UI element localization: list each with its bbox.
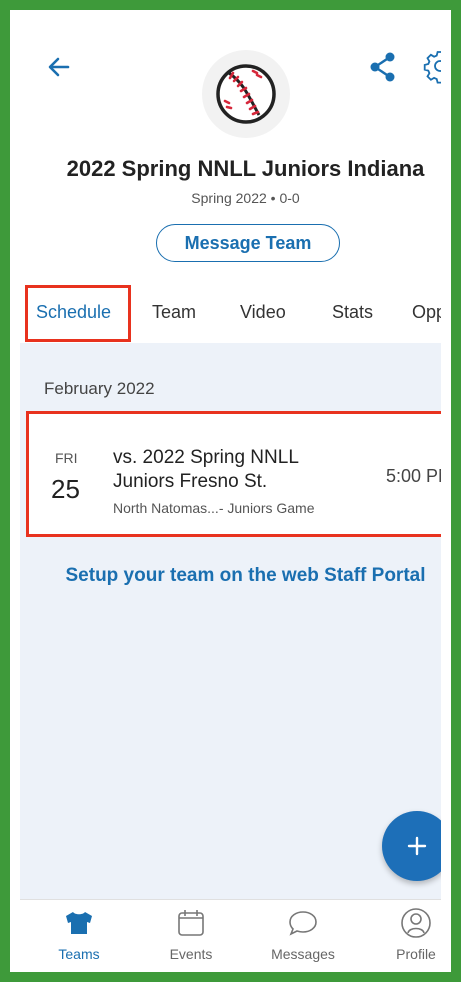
share-button[interactable] <box>368 50 398 84</box>
nav-profile[interactable]: Profile <box>371 906 441 962</box>
calendar-icon <box>178 910 204 936</box>
month-header: February 2022 <box>44 379 155 398</box>
nav-events-label: Events <box>169 946 213 962</box>
add-event-button[interactable] <box>382 811 441 881</box>
nav-messages-label: Messages <box>271 946 335 962</box>
plus-icon <box>407 836 427 856</box>
tab-video[interactable]: Video <box>240 282 286 342</box>
message-team-button[interactable]: Message Team <box>156 224 340 262</box>
app-screen: 2022 Spring NNLL Juniors Indiana Spring … <box>20 20 441 962</box>
gear-icon <box>423 51 441 84</box>
nav-profile-label: Profile <box>396 946 436 962</box>
schedule-content: February 2022 FRI 25 vs. 2022 Spring NNL… <box>20 343 441 899</box>
tab-schedule[interactable]: Schedule <box>36 282 111 342</box>
device-frame: 2022 Spring NNLL Juniors Indiana Spring … <box>0 0 461 982</box>
event-time: 5:00 PM <box>385 466 441 486</box>
person-icon <box>401 908 431 938</box>
arrow-left-icon <box>48 57 70 77</box>
tab-stats[interactable]: Stats <box>332 282 373 342</box>
bottom-navigation: Teams Events Messages Profile <box>20 899 441 962</box>
event-title: vs. 2022 Spring NNLL Juniors Fresno St. <box>113 447 299 492</box>
team-season-record: Spring 2022 • 0-0 <box>191 190 300 206</box>
tab-opponents[interactable]: Opponents <box>412 282 441 342</box>
event-card[interactable]: FRI 25 vs. 2022 Spring NNLL Juniors Fres… <box>26 411 441 537</box>
chat-bubble-icon <box>289 911 317 936</box>
nav-events[interactable]: Events <box>146 906 236 962</box>
event-day-number: 25 <box>51 474 80 504</box>
team-header: 2022 Spring NNLL Juniors Indiana Spring … <box>20 20 441 343</box>
nav-messages[interactable]: Messages <box>258 906 348 962</box>
nav-teams[interactable]: Teams <box>34 906 124 962</box>
tab-bar: Schedule Team Video Stats Opponents <box>20 282 441 342</box>
staff-portal-link[interactable]: Setup your team on the web Staff Portal <box>20 565 441 587</box>
back-button[interactable] <box>42 50 76 84</box>
jersey-icon <box>66 912 92 934</box>
event-location: North Natomas...- Juniors Game <box>113 500 315 516</box>
share-icon <box>370 52 395 82</box>
tab-team[interactable]: Team <box>152 282 196 342</box>
team-name: 2022 Spring NNLL Juniors Indiana <box>66 156 425 181</box>
team-logo <box>202 50 290 138</box>
event-day-name: FRI <box>55 450 78 466</box>
nav-teams-label: Teams <box>58 946 100 962</box>
settings-button[interactable] <box>422 48 441 84</box>
baseball-icon <box>216 64 276 124</box>
